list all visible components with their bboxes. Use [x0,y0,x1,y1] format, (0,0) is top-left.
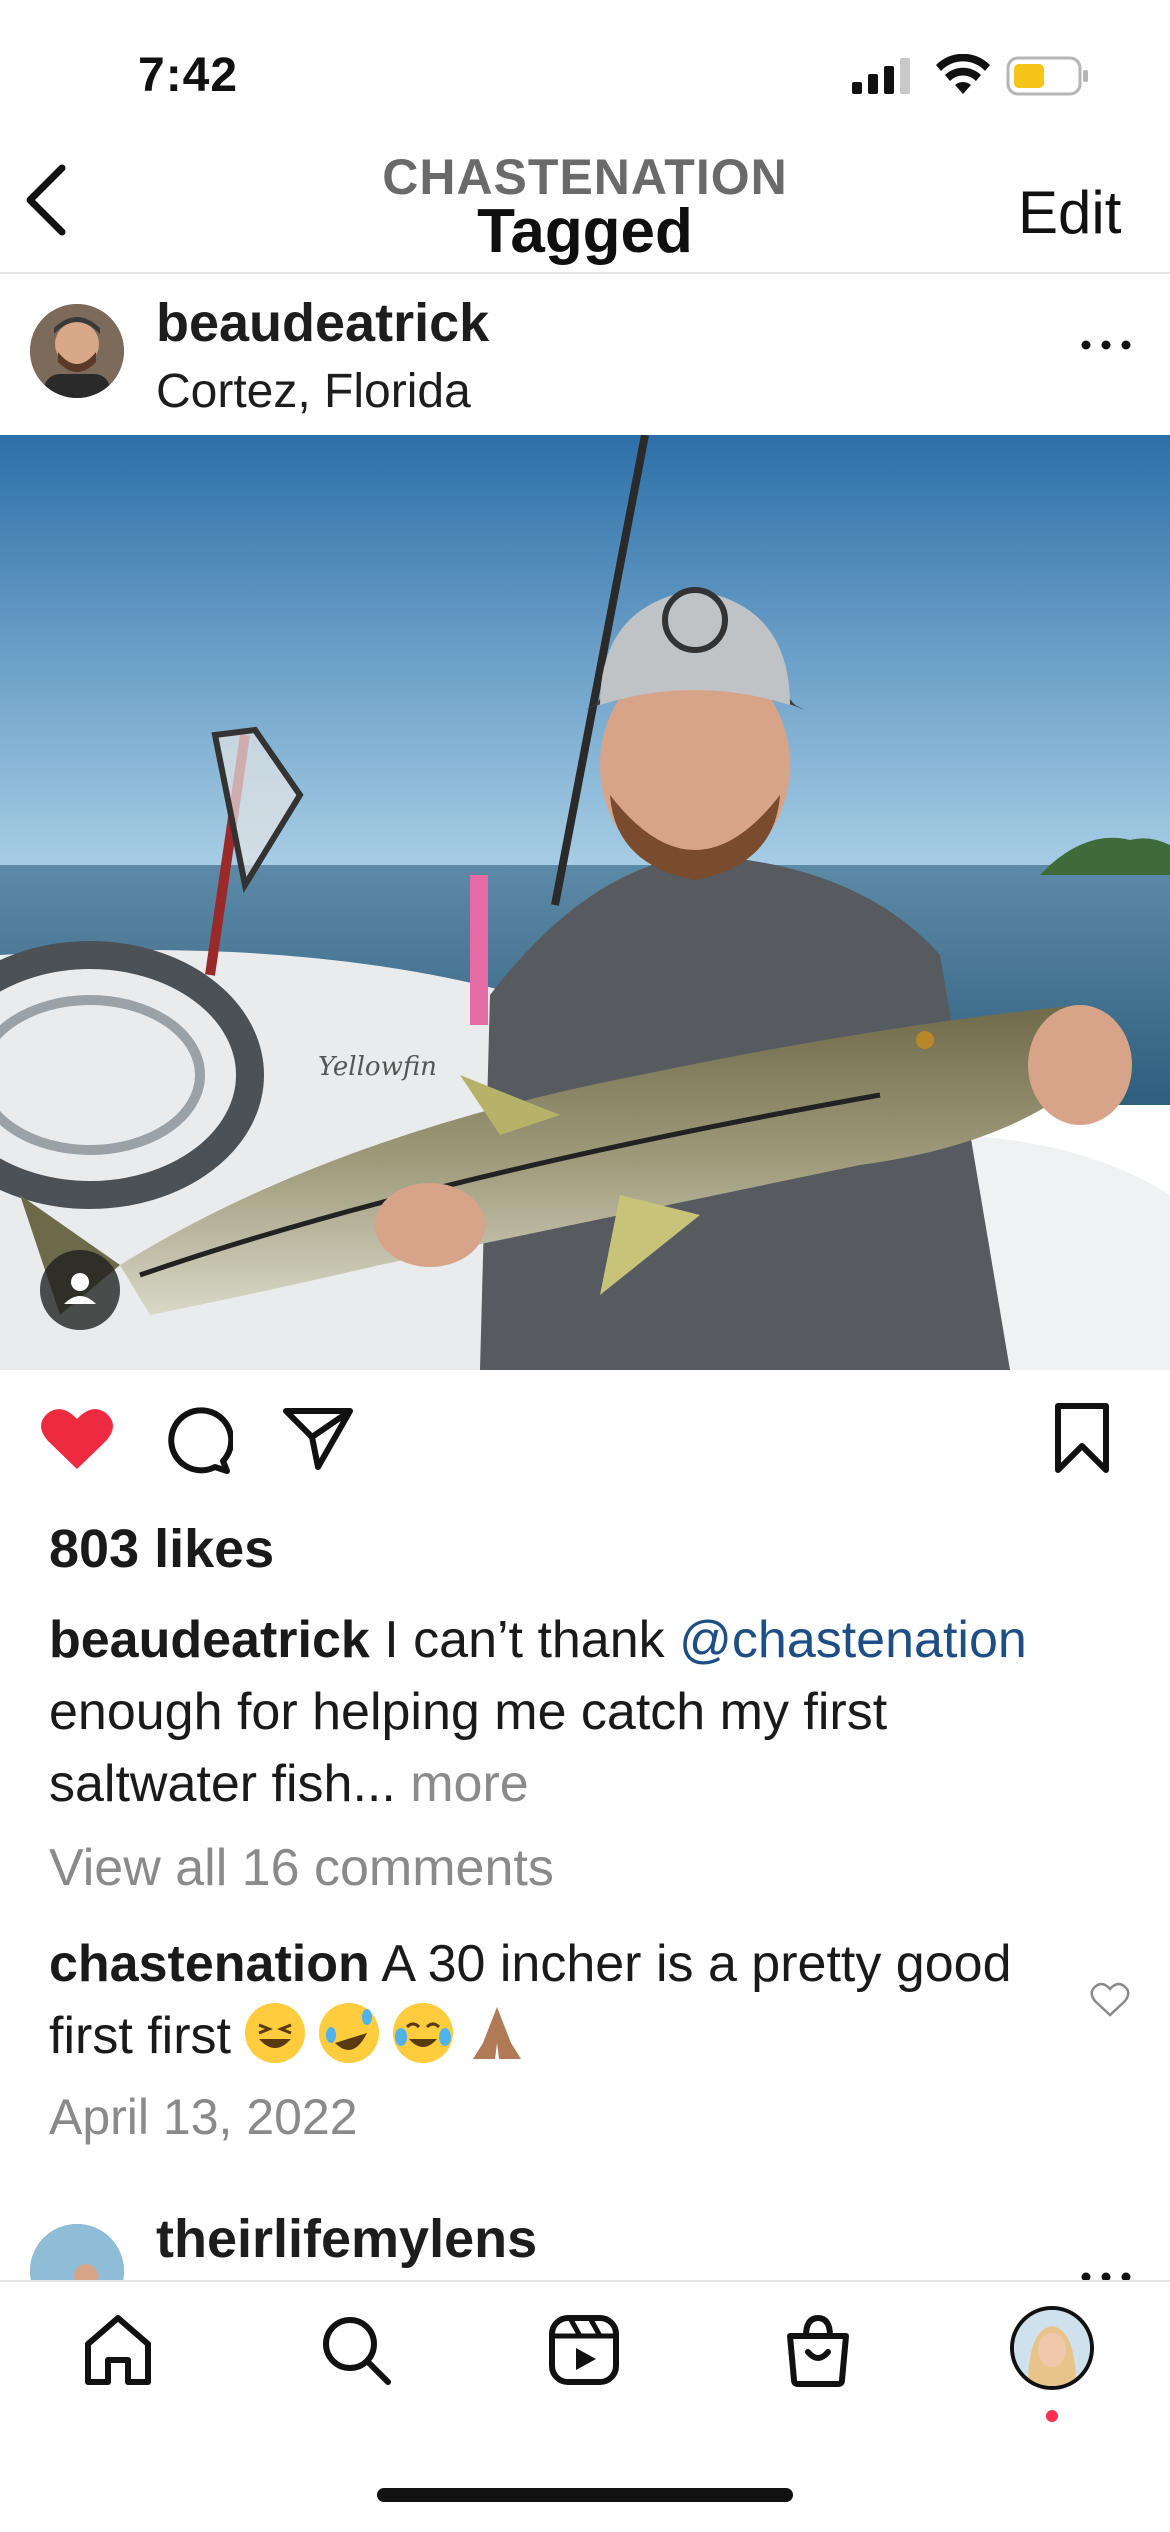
post-caption: beaudeatrick I can’t thank @chastenation… [49,1604,1109,1820]
caption-mention[interactable]: @chastenation [679,1611,1027,1669]
next-post-username[interactable]: theirlifemylens [156,2208,537,2270]
like-heart-icon[interactable] [40,1405,114,1471]
post-location[interactable]: Cortez, Florida [156,364,471,419]
post-photo[interactable]: Yellowfin [0,435,1170,1370]
svg-text:Yellowfin: Yellowfin [318,1052,437,1082]
more-options-icon[interactable] [1076,330,1136,360]
shop-icon[interactable] [780,2312,856,2388]
post-username[interactable]: beaudeatrick [156,292,489,354]
rolling-laughing-emoji-icon [319,2003,380,2063]
grinning-squinting-emoji-icon [245,2003,306,2063]
caption-more-link[interactable]: more [396,1755,528,1813]
notification-dot [1046,2410,1058,2422]
reels-icon[interactable] [546,2312,622,2388]
status-time: 7:42 [138,49,239,102]
page-title: Tagged [477,197,693,266]
cellular-signal-icon [852,58,910,94]
top-comment: chastenation A 30 incher is a pretty goo… [49,1928,1069,2072]
profile-avatar[interactable] [1010,2306,1094,2390]
comment-like-icon[interactable] [1090,1982,1130,2018]
edit-button[interactable]: Edit [1018,178,1121,247]
person-icon [64,1273,96,1304]
battery-icon [1006,56,1088,96]
folded-hands-emoji-icon [467,2003,527,2063]
comment-username[interactable]: chastenation [49,1935,370,1993]
post-date: April 13, 2022 [49,2089,358,2145]
share-icon[interactable] [282,1405,354,1471]
view-all-comments-link[interactable]: View all 16 comments [49,1838,554,1898]
wifi-icon [936,54,990,94]
home-icon[interactable] [80,2312,156,2388]
post-author-avatar[interactable] [30,304,124,398]
caption-text-1: I can’t thank [369,1611,680,1669]
header-divider [0,272,1170,274]
comment-icon[interactable] [163,1405,233,1475]
home-indicator[interactable] [377,2488,793,2502]
caption-username[interactable]: beaudeatrick [49,1611,370,1669]
tagged-users-button[interactable] [40,1250,120,1330]
likes-count[interactable]: 803 likes [49,1518,274,1580]
tears-of-joy-emoji-icon [393,2003,454,2063]
bookmark-icon[interactable] [1052,1402,1112,1474]
search-icon[interactable] [318,2312,394,2388]
